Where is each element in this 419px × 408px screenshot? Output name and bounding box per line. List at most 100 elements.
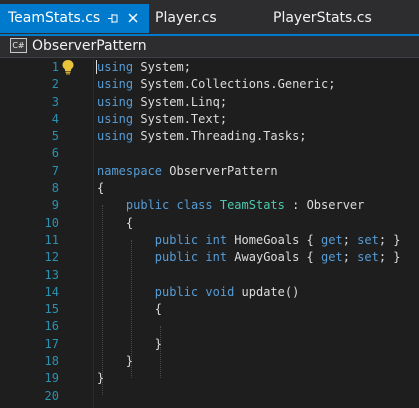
line-number: 4 xyxy=(51,111,59,126)
keyword-token: public xyxy=(154,250,199,265)
code-token: System; xyxy=(133,60,191,74)
keyword-token: void xyxy=(205,284,235,299)
code-token: } xyxy=(97,371,105,386)
line-number: 14 xyxy=(44,284,59,299)
tab-playerstats[interactable]: PlayerStats.cs xyxy=(265,4,415,33)
code-token: ; } xyxy=(378,232,401,247)
code-text: { xyxy=(97,301,162,318)
keyword-token: public xyxy=(125,198,170,213)
code-token: ; xyxy=(342,232,358,247)
code-token: System.Threading.Tasks; xyxy=(133,129,307,144)
code-text: { xyxy=(97,215,133,232)
line-number: 17 xyxy=(44,336,59,351)
code-editor[interactable]: 1 using System; 2 using System.Collections.… xyxy=(0,58,419,408)
text-caret xyxy=(96,60,97,74)
navigation-bar[interactable]: C# ObserverPattern xyxy=(0,36,419,58)
code-line[interactable]: 2 using System.Collections.Generic; xyxy=(0,76,419,93)
keyword-token: public xyxy=(154,284,199,299)
code-token: System.Text; xyxy=(133,111,228,126)
code-text: using System.Linq; xyxy=(97,94,227,111)
code-text: using System; xyxy=(97,59,191,76)
keyword-token: using xyxy=(97,60,134,74)
code-line[interactable]: 14 public void update() xyxy=(0,284,419,301)
code-token: { xyxy=(97,181,105,196)
tab-player[interactable]: Player.cs xyxy=(147,4,267,33)
code-text: using System.Threading.Tasks; xyxy=(97,128,307,145)
code-line[interactable]: 9 public class TeamStats : Observer xyxy=(0,197,419,214)
line-number: 5 xyxy=(51,129,59,144)
code-line[interactable]: 19} xyxy=(0,370,419,387)
csharp-file-icon: C# xyxy=(10,38,27,53)
code-text: public void update() xyxy=(97,284,300,301)
code-text: public int HomeGoals { get; set; } xyxy=(97,232,401,249)
keyword-token: class xyxy=(176,198,213,213)
keyword-token: set xyxy=(357,232,379,247)
code-token: System.Linq; xyxy=(133,94,228,109)
code-token: ObserverPattern xyxy=(162,163,278,178)
code-line[interactable]: 3 using System.Linq; xyxy=(0,94,419,111)
line-number: 13 xyxy=(44,267,59,282)
tab-teamstats[interactable]: TeamStats.cs xyxy=(0,4,149,33)
line-number: 3 xyxy=(51,94,59,109)
line-number: 12 xyxy=(44,250,59,265)
code-text: using System.Text; xyxy=(97,111,227,128)
code-line[interactable]: 10 { xyxy=(0,215,419,232)
line-number: 16 xyxy=(44,319,59,334)
code-line[interactable]: 7 namespace ObserverPattern xyxy=(0,163,419,180)
code-line[interactable]: 6 xyxy=(0,145,419,162)
line-number: 15 xyxy=(44,302,59,317)
line-number: 7 xyxy=(51,163,59,178)
code-token: ; xyxy=(342,250,358,265)
code-token: AwayGoals { xyxy=(227,250,321,265)
keyword-token: public xyxy=(154,232,199,247)
keyword-token: namespace xyxy=(97,163,163,178)
code-text: } xyxy=(97,370,104,387)
code-line[interactable]: 5 using System.Threading.Tasks; xyxy=(0,128,419,145)
code-line[interactable]: 8{ xyxy=(0,180,419,197)
code-token: ; } xyxy=(378,250,401,265)
code-text: public class TeamStats : Observer xyxy=(97,197,364,214)
code-line[interactable]: 13 xyxy=(0,267,419,284)
code-line[interactable]: 16 xyxy=(0,318,419,335)
keyword-token: get xyxy=(321,250,343,265)
line-number: 18 xyxy=(44,354,59,369)
code-line[interactable]: 18 } xyxy=(0,353,419,370)
keyword-token: using xyxy=(97,129,134,144)
code-token: { xyxy=(97,302,163,317)
keyword-token: using xyxy=(97,111,134,126)
tab-label: TeamStats.cs xyxy=(8,10,101,26)
code-line[interactable]: 11 public int HomeGoals { get; set; } xyxy=(0,232,419,249)
code-line[interactable]: 15 { xyxy=(0,301,419,318)
code-line[interactable]: 4 using System.Text; xyxy=(0,111,419,128)
lightbulb-icon[interactable] xyxy=(61,59,75,75)
line-number: 11 xyxy=(44,232,59,247)
code-text: } xyxy=(97,353,133,370)
line-number: 20 xyxy=(44,388,59,403)
code-text: } xyxy=(97,336,162,353)
document-tab-strip: TeamStats.cs Player.cs PlayerStats.cs xyxy=(0,0,419,34)
code-lines[interactable]: 1 using System; 2 using System.Collections.… xyxy=(0,59,419,405)
code-line[interactable]: 12 public int AwayGoals { get; set; } xyxy=(0,249,419,266)
keyword-token: using xyxy=(97,94,134,109)
keyword-token: set xyxy=(357,250,379,265)
code-text: namespace ObserverPattern xyxy=(97,163,278,180)
code-text: using System.Collections.Generic; xyxy=(97,76,335,93)
code-text: public int AwayGoals { get; set; } xyxy=(97,249,401,266)
code-token: HomeGoals { xyxy=(227,232,321,247)
code-line[interactable]: 20 xyxy=(0,388,419,405)
keyword-token: get xyxy=(321,232,343,247)
code-token: update() xyxy=(234,284,300,299)
line-number: 6 xyxy=(51,146,59,161)
line-number: 2 xyxy=(51,77,59,92)
code-text: { xyxy=(97,180,104,197)
code-line[interactable]: 17 } xyxy=(0,336,419,353)
code-token: : Observer xyxy=(284,198,365,213)
code-token: System.Collections.Generic; xyxy=(133,77,336,92)
namespace-dropdown-label: ObserverPattern xyxy=(32,38,147,54)
